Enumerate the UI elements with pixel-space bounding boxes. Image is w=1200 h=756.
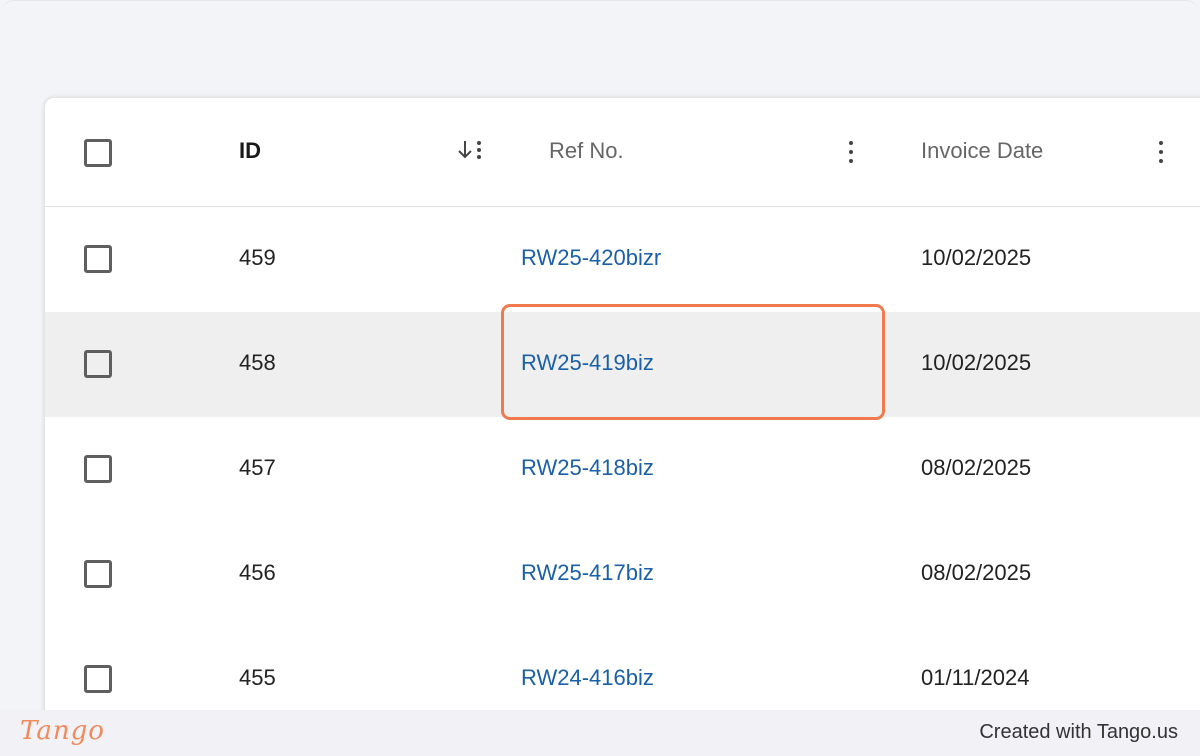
- row-checkbox[interactable]: [84, 560, 112, 588]
- tango-footer: Tango Created with Tango.us: [0, 710, 1200, 756]
- row-checkbox[interactable]: [84, 350, 112, 378]
- select-all-checkbox[interactable]: [84, 139, 112, 167]
- column-header-ref-no[interactable]: Ref No.: [549, 136, 624, 166]
- ref-no-link[interactable]: RW25-420bizr: [521, 243, 661, 273]
- ref-no-link[interactable]: RW25-418biz: [521, 453, 654, 483]
- tango-logo: Tango: [20, 716, 105, 746]
- row-id: 458: [239, 350, 276, 375]
- invoice-date: 08/02/2025: [921, 560, 1032, 585]
- row-id: 455: [239, 665, 276, 690]
- click-target-highlight: [501, 304, 885, 420]
- sort-desc-icon[interactable]: [457, 138, 485, 162]
- ref-no-link[interactable]: RW25-417biz: [521, 558, 654, 588]
- row-id: 456: [239, 560, 276, 585]
- invoice-date: 08/02/2025: [921, 455, 1032, 480]
- invoice-date: 10/02/2025: [921, 245, 1032, 270]
- invoice-date-column-menu-icon[interactable]: [1157, 141, 1165, 163]
- table-header: ID Ref No. Invoice Date: [45, 98, 1200, 207]
- row-checkbox[interactable]: [84, 455, 112, 483]
- invoice-date: 10/02/2025: [921, 350, 1032, 375]
- app-frame: ID Ref No. Invoice Date 459 RW25-420bizr…: [0, 0, 1200, 711]
- table-row[interactable]: 455 RW24-416biz 01/11/2024: [45, 627, 1200, 711]
- column-header-id[interactable]: ID: [239, 136, 261, 166]
- table-row[interactable]: 459 RW25-420bizr 10/02/2025: [45, 207, 1200, 312]
- table-row[interactable]: 457 RW25-418biz 08/02/2025: [45, 417, 1200, 522]
- table-row[interactable]: 456 RW25-417biz 08/02/2025: [45, 522, 1200, 627]
- ref-no-column-menu-icon[interactable]: [847, 141, 855, 163]
- row-id: 457: [239, 455, 276, 480]
- invoice-date: 01/11/2024: [921, 665, 1030, 690]
- column-header-invoice-date[interactable]: Invoice Date: [921, 136, 1043, 166]
- created-with-text: Created with Tango.us: [979, 721, 1178, 743]
- row-checkbox[interactable]: [84, 665, 112, 693]
- ref-no-link[interactable]: RW24-416biz: [521, 663, 654, 693]
- row-id: 459: [239, 245, 276, 270]
- row-checkbox[interactable]: [84, 245, 112, 273]
